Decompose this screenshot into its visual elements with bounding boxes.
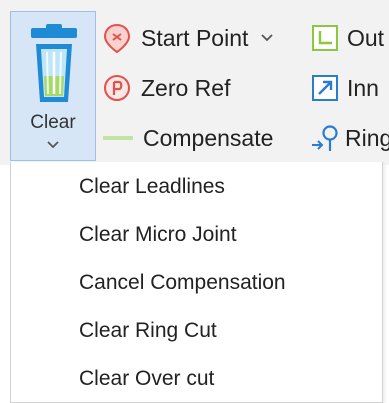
inner-label: Inn — [347, 74, 379, 101]
compensate-button[interactable]: Compensate — [103, 121, 273, 155]
menu-item-clear-leadlines[interactable]: Clear Leadlines — [11, 165, 382, 209]
clear-button[interactable]: Clear — [10, 11, 96, 161]
zero-ref-label: Zero Ref — [141, 74, 231, 101]
menu-item-clear-over-cut[interactable]: Clear Over cut — [11, 357, 382, 401]
ribbon-toolbar: Clear Start Point Zero Ref Compensate Ou… — [0, 0, 389, 165]
inner-cut-icon — [312, 75, 338, 101]
outer-label: Out — [347, 24, 385, 51]
clear-button-label: Clear — [30, 112, 76, 133]
outer-button[interactable]: Out — [311, 21, 384, 55]
menu-item-clear-ring-cut[interactable]: Clear Ring Cut — [11, 309, 382, 353]
trash-icon — [31, 24, 77, 102]
menu-item-clear-micro-joint[interactable]: Clear Micro Joint — [11, 213, 382, 257]
zero-ref-button[interactable]: Zero Ref — [103, 71, 230, 105]
inner-button[interactable]: Inn — [311, 71, 379, 105]
start-point-button[interactable]: Start Point — [103, 21, 274, 55]
outer-cut-icon — [312, 25, 338, 51]
ring-label: Ring — [345, 124, 389, 151]
start-point-icon — [103, 23, 131, 53]
compensate-label: Compensate — [143, 124, 274, 151]
zero-ref-icon — [104, 75, 130, 101]
chevron-down-icon — [47, 141, 59, 149]
ring-button[interactable]: Ring — [311, 121, 389, 155]
compensate-icon — [103, 136, 133, 140]
ring-cut-icon — [312, 125, 338, 151]
chevron-down-icon — [261, 34, 274, 42]
menu-item-cancel-compensation[interactable]: Cancel Compensation — [11, 261, 382, 305]
clear-dropdown-menu: Clear Leadlines Clear Micro Joint Cancel… — [10, 162, 383, 403]
start-point-label: Start Point — [141, 24, 249, 51]
